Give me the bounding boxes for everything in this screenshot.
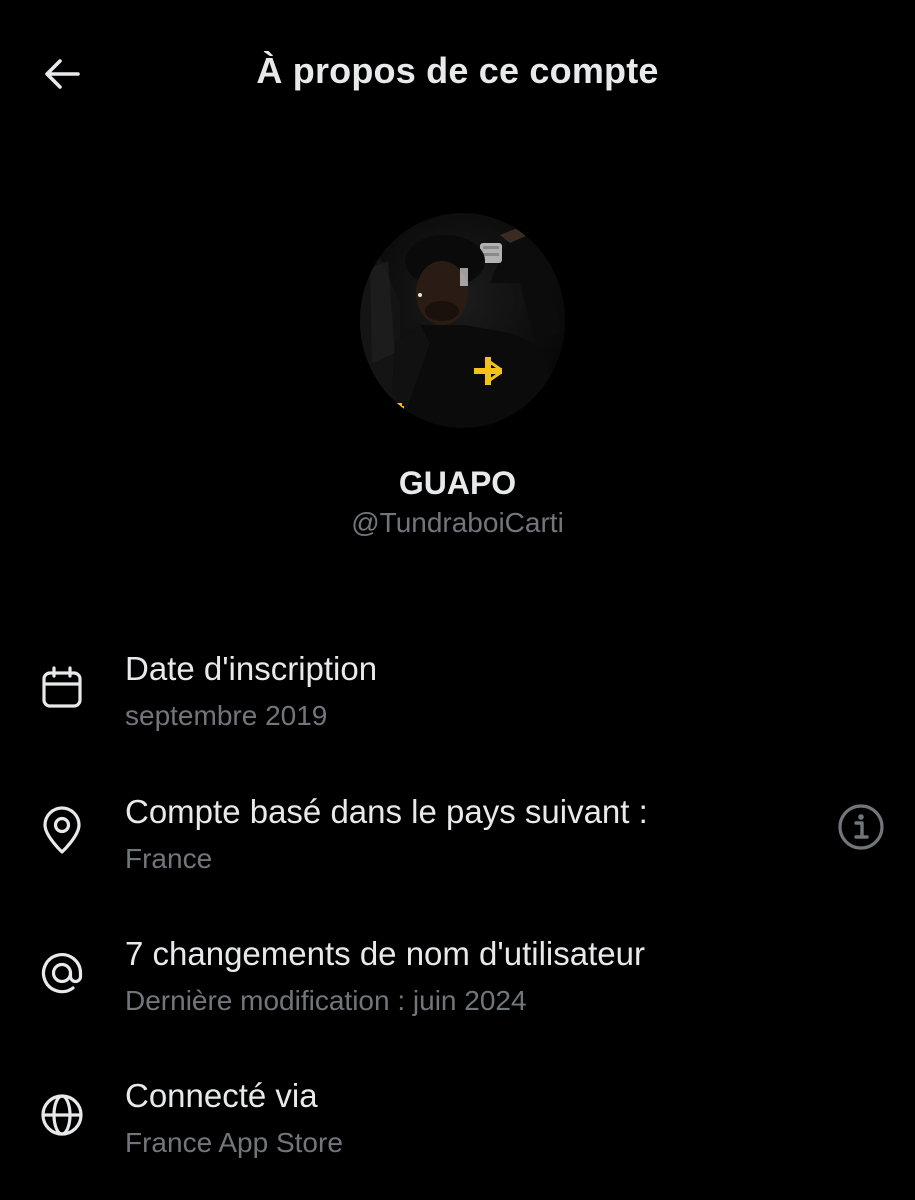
country-info-button[interactable] [833,799,889,855]
joined-date-label: Date d'inscription [125,650,378,687]
connected-via-row: Connecté via France App Store [0,1077,915,1187]
account-country-value: France [125,843,213,874]
username-changes-label: 7 changements de nom d'utilisateur [125,935,645,972]
username-changes-row: 7 changements de nom d'utilisateur Derni… [0,935,915,1045]
page-title: À propos de ce compte [256,50,659,91]
display-name: GUAPO [398,465,517,501]
at-sign-icon [36,947,88,999]
connected-via-value: France App Store [125,1127,343,1158]
joined-date-value: septembre 2019 [125,700,328,731]
username-handle: @TundraboiCarti [351,507,564,538]
globe-icon [36,1089,88,1141]
account-country-row: Compte basé dans le pays suivant : Franc… [0,793,915,903]
info-icon [838,804,884,850]
connected-via-label: Connecté via [125,1077,318,1114]
top-bar: À propos de ce compte [0,0,915,145]
calendar-icon [36,662,88,714]
location-pin-icon [36,805,88,857]
username-changes-value: Dernière modification : juin 2024 [125,985,527,1016]
joined-date-row: Date d'inscription septembre 2019 [0,650,915,760]
avatar[interactable] [360,213,565,428]
account-country-label: Compte basé dans le pays suivant : [125,793,648,830]
profile-photo [360,213,565,428]
